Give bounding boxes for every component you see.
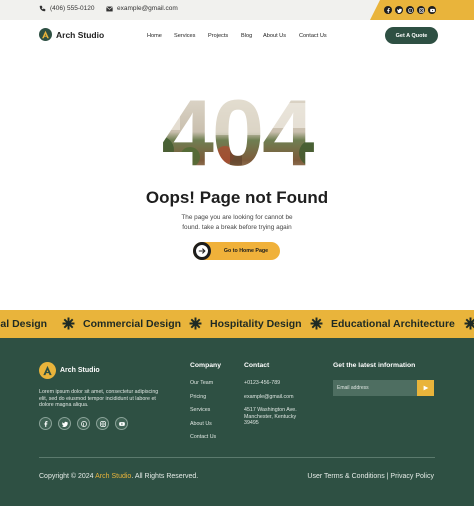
site-footer: Arch Studio Lorem ipsum dolor sit amet, … bbox=[0, 338, 474, 506]
marquee-item: Educational Architecture bbox=[331, 318, 455, 330]
footer-link-services[interactable]: Services bbox=[190, 407, 210, 413]
youtube-icon[interactable] bbox=[115, 417, 128, 430]
error-code-text: 404 bbox=[162, 95, 315, 177]
nav-contact-us[interactable]: Contact Us bbox=[299, 33, 327, 39]
contact-email[interactable]: example@gmail.com bbox=[244, 394, 294, 400]
star-separator-icon bbox=[310, 317, 323, 330]
phone-icon bbox=[39, 5, 46, 12]
top-phone-text: (406) 555-0120 bbox=[50, 5, 95, 12]
top-social-links bbox=[370, 0, 474, 20]
youtube-icon[interactable] bbox=[428, 6, 436, 14]
facebook-icon[interactable] bbox=[39, 417, 52, 430]
get-a-quote-button[interactable]: Get A Quote bbox=[385, 27, 438, 44]
top-bar: (406) 555-0120 example@gmail.com bbox=[0, 0, 474, 20]
error-404-graphic: 404 bbox=[162, 95, 317, 177]
star-separator-icon bbox=[464, 317, 474, 330]
footer-social-links bbox=[39, 417, 128, 430]
star-separator-icon bbox=[62, 317, 75, 330]
contact-phone[interactable]: +0123-456-789 bbox=[244, 380, 280, 386]
company-heading: Company bbox=[190, 362, 221, 369]
star-separator-icon bbox=[189, 317, 202, 330]
go-home-button[interactable]: Go to Home Page bbox=[193, 242, 280, 260]
send-icon bbox=[423, 385, 428, 391]
legal-links: User Terms & Conditions | Privacy Policy bbox=[307, 473, 434, 480]
pinterest-icon[interactable] bbox=[406, 6, 414, 14]
nav-home[interactable]: Home bbox=[147, 33, 162, 39]
footer-link-contact-us[interactable]: Contact Us bbox=[190, 434, 216, 440]
mail-icon bbox=[106, 6, 113, 11]
facebook-icon[interactable] bbox=[384, 6, 392, 14]
copyright-brand-link[interactable]: Arch Studio bbox=[95, 473, 131, 480]
pinterest-icon[interactable] bbox=[77, 417, 90, 430]
newsletter-submit-button[interactable] bbox=[417, 380, 434, 396]
footer-logo[interactable]: Arch Studio bbox=[39, 362, 100, 379]
footer-link-pricing[interactable]: Pricing bbox=[190, 394, 206, 400]
nav-blog[interactable]: Blog bbox=[241, 33, 252, 39]
top-email-text: example@gmail.com bbox=[117, 5, 178, 12]
footer-link-our-team[interactable]: Our Team bbox=[190, 380, 213, 386]
services-marquee: tial Design Commercial Design Hospitalit… bbox=[0, 310, 474, 338]
nav-services[interactable]: Services bbox=[174, 33, 195, 39]
marquee-item: Commercial Design bbox=[83, 318, 182, 330]
marquee-item: Hospitality Design bbox=[210, 318, 302, 330]
copyright-text: Copyright © 2024 Arch Studio. All Rights… bbox=[39, 473, 198, 480]
contact-address-line-2: Manchester, Kentucky bbox=[244, 413, 297, 420]
privacy-policy-link[interactable]: Privacy Policy bbox=[390, 473, 434, 480]
newsletter-email-input[interactable] bbox=[333, 380, 417, 396]
newsletter-form bbox=[333, 380, 434, 396]
instagram-icon[interactable] bbox=[96, 417, 109, 430]
footer-link-about-us[interactable]: About Us bbox=[190, 421, 212, 427]
copyright-suffix: . All Rights Reserved. bbox=[131, 473, 199, 480]
arrow-right-icon bbox=[193, 242, 211, 260]
description-line-2: found. take a break before trying again bbox=[182, 223, 292, 231]
nav-projects[interactable]: Projects bbox=[208, 33, 228, 39]
copyright-prefix: Copyright © 2024 bbox=[39, 473, 96, 480]
marquee-item: tial Design bbox=[0, 318, 48, 330]
main-header: Arch Studio Home Services Projects Blog … bbox=[0, 20, 474, 52]
terms-link[interactable]: User Terms & Conditions bbox=[307, 473, 384, 480]
footer-logo-text: Arch Studio bbox=[60, 367, 100, 374]
twitter-icon[interactable] bbox=[395, 6, 403, 14]
nav-about-us[interactable]: About Us bbox=[263, 33, 286, 39]
newsletter-heading: Get the latest information bbox=[333, 362, 416, 369]
go-home-label: Go to Home Page bbox=[223, 248, 269, 254]
footer-about-text: Lorem ipsum dolor sit amet, consectetur … bbox=[39, 389, 159, 408]
page-title: Oops! Page not Found bbox=[145, 188, 329, 207]
footer-logo-mark-icon bbox=[39, 362, 56, 379]
twitter-icon[interactable] bbox=[58, 417, 71, 430]
description-line-1: The page you are looking for cannot be bbox=[181, 214, 293, 221]
contact-address-line-1: 4517 Washington Ave. bbox=[244, 407, 297, 413]
contact-heading: Contact bbox=[244, 362, 270, 369]
top-phone[interactable]: (406) 555-0120 bbox=[39, 5, 94, 12]
top-email[interactable]: example@gmail.com bbox=[106, 5, 178, 12]
contact-address-line-3: 39495 bbox=[244, 420, 259, 426]
instagram-icon[interactable] bbox=[417, 6, 425, 14]
footer-divider bbox=[39, 457, 435, 458]
page-description: The page you are looking for cannot be f… bbox=[0, 213, 474, 232]
